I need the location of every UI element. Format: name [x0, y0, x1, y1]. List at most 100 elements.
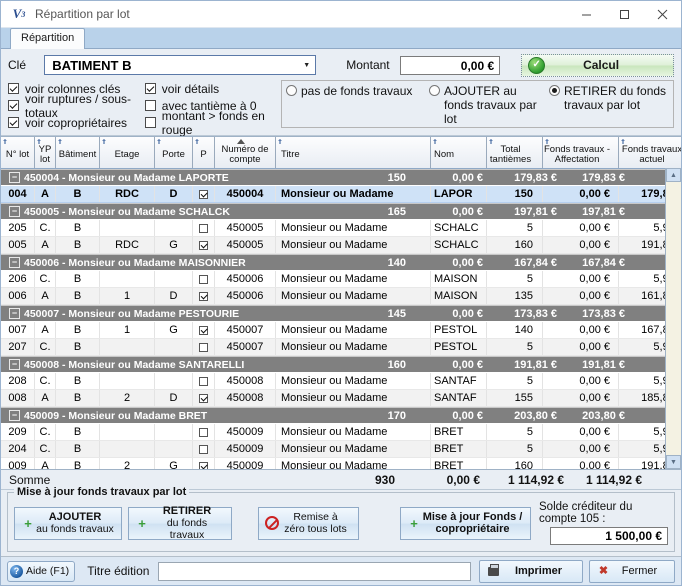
column-header-yp-lot[interactable]: YP lot: [35, 137, 56, 168]
collapse-icon[interactable]: −: [9, 206, 20, 217]
collapse-icon[interactable]: −: [9, 257, 20, 268]
table-row[interactable]: 005 A B RDC G 450005 Monsieur ou Madame …: [1, 237, 681, 254]
row-checkbox-icon[interactable]: [199, 325, 208, 335]
aide-label: Aide (F1): [26, 565, 70, 577]
scroll-track[interactable]: [666, 182, 681, 455]
scroll-up-icon[interactable]: ▲: [666, 168, 681, 182]
cell-batiment: B: [56, 220, 100, 236]
row-checkbox-icon[interactable]: [199, 444, 208, 454]
cell-batiment: B: [56, 322, 100, 338]
collapse-icon[interactable]: −: [9, 410, 20, 421]
checkbox-montant-fonds-rouge[interactable]: montant > fonds en rouge: [144, 109, 273, 137]
mise-a-jour-fonds-coproprietaire-button[interactable]: + Mise à jour Fonds / copropriétaire: [400, 506, 531, 540]
row-checkbox-icon[interactable]: [199, 240, 208, 250]
cell-titre: Monsieur ou Madame: [276, 322, 431, 338]
cell-yp: C.: [35, 271, 56, 287]
table-row[interactable]: 004 A B RDC D 450004 Monsieur ou Madame …: [1, 186, 681, 203]
row-checkbox-icon[interactable]: [199, 461, 208, 469]
row-checkbox-icon[interactable]: [199, 393, 208, 403]
fermer-button[interactable]: ✖ Fermer: [589, 559, 675, 583]
retirer-du-fonds-travaux-button[interactable]: + RETIRER du fonds travaux: [128, 505, 232, 541]
imprimer-button[interactable]: Imprimer: [479, 559, 583, 583]
cell-etage: [100, 220, 155, 236]
table-row[interactable]: 208 C. B 450008 Monsieur ou Madame SANTA…: [1, 373, 681, 390]
cell-total: 5: [487, 373, 543, 389]
radio-pas-de-fonds-travaux[interactable]: pas de fonds travaux: [286, 84, 429, 98]
checkbox-voir-details[interactable]: voir détails: [144, 80, 273, 97]
column-header-batiment[interactable]: Bâtiment: [56, 137, 100, 168]
cell-yp: A: [35, 390, 56, 406]
checkbox-voir-coproprietaires[interactable]: voir copropriétaires: [8, 114, 145, 131]
row-checkbox-icon[interactable]: [199, 342, 208, 352]
row-checkbox-icon[interactable]: [199, 223, 208, 233]
collapse-icon[interactable]: −: [9, 172, 20, 183]
imprimer-label: Imprimer: [514, 565, 563, 577]
collapse-icon[interactable]: −: [9, 308, 20, 319]
cell-titre: Monsieur ou Madame: [276, 288, 431, 304]
remise-a-zero-button[interactable]: Remise à zéro tous lots: [258, 506, 359, 540]
cell-yp: A: [35, 322, 56, 338]
cell-etage: [100, 424, 155, 440]
tab-repartition[interactable]: Répartition: [10, 28, 86, 49]
ajouter-au-fonds-travaux-button[interactable]: + AJOUTER au fonds travaux: [14, 506, 122, 540]
column-header-fonds-travaux-affectation[interactable]: Fonds travaux - Affectation: [543, 137, 619, 168]
column-header-p[interactable]: P: [193, 137, 215, 168]
titre-edition-label: Titre édition: [87, 564, 150, 578]
table-row[interactable]: 007 A B 1 G 450007 Monsieur ou Madame PE…: [1, 322, 681, 339]
actions-panel: Mise à jour fonds travaux par lot + AJOU…: [1, 486, 681, 556]
row-checkbox-icon[interactable]: [199, 376, 208, 386]
table-row[interactable]: 206 C. B 450006 Monsieur ou Madame MAISO…: [1, 271, 681, 288]
column-header-n-lot[interactable]: N° lot: [1, 137, 35, 168]
group-header-row[interactable]: − 450007 - Monsieur ou Madame PESTOURIE …: [1, 305, 681, 322]
minimize-button[interactable]: [567, 1, 605, 27]
group-nouveau: 197,81 €: [582, 205, 625, 218]
group-header-row[interactable]: − 450004 - Monsieur ou Madame LAPORTE 15…: [1, 169, 681, 186]
radio-retirer-du-fonds[interactable]: RETIRER du fonds travaux par lot: [549, 84, 669, 112]
checkbox-voir-ruptures[interactable]: voir ruptures / sous-totaux: [8, 92, 145, 120]
column-header-titre[interactable]: Titre: [276, 137, 431, 168]
table-row[interactable]: 205 C. B 450005 Monsieur ou Madame SCHAL…: [1, 220, 681, 237]
cle-combobox[interactable]: BATIMENT B ▼: [44, 55, 317, 75]
cell-porte: [155, 441, 193, 457]
cell-p: [193, 271, 215, 287]
titre-edition-input[interactable]: [158, 561, 471, 581]
cell-numero: 450009: [215, 458, 276, 469]
column-header-fonds-travaux-actuel[interactable]: Fonds travaux actuel: [619, 137, 681, 168]
column-header-porte[interactable]: Porte: [155, 137, 193, 168]
table-row[interactable]: 209 C. B 450009 Monsieur ou Madame BRET …: [1, 424, 681, 441]
table-row[interactable]: 006 A B 1 D 450006 Monsieur ou Madame MA…: [1, 288, 681, 305]
group-header-row[interactable]: − 450005 - Monsieur ou Madame SCHALCK 16…: [1, 203, 681, 220]
table-row[interactable]: 207 C. B 450007 Monsieur ou Madame PESTO…: [1, 339, 681, 356]
row-checkbox-icon[interactable]: [199, 274, 208, 284]
close-button[interactable]: [643, 1, 681, 27]
montant-input[interactable]: 0,00 €: [399, 55, 501, 75]
cell-numero: 450009: [215, 424, 276, 440]
group-header-row[interactable]: − 450006 - Monsieur ou Madame MAISONNIER…: [1, 254, 681, 271]
aide-button[interactable]: ? Aide (F1): [7, 560, 76, 582]
cell-porte: [155, 220, 193, 236]
cell-p: [193, 373, 215, 389]
table-row[interactable]: 008 A B 2 D 450008 Monsieur ou Madame SA…: [1, 390, 681, 407]
radio-ajouter-au-fonds[interactable]: AJOUTER au fonds travaux par lot: [429, 84, 549, 126]
maximize-button[interactable]: [605, 1, 643, 27]
calcul-button[interactable]: ✓ Calcul: [521, 53, 674, 77]
group-header-row[interactable]: − 450009 - Monsieur ou Madame BRET 170 0…: [1, 407, 681, 424]
group-header-row[interactable]: − 450008 - Monsieur ou Madame SANTARELLI…: [1, 356, 681, 373]
cell-porte: D: [155, 186, 193, 202]
row-checkbox-icon[interactable]: [199, 291, 208, 301]
collapse-icon[interactable]: −: [9, 359, 20, 370]
solde-label: Solde créditeur du compte 105 :: [539, 501, 633, 525]
column-header-etage[interactable]: Etage: [100, 137, 155, 168]
row-checkbox-icon[interactable]: [199, 189, 208, 199]
column-header-total-tantiemes[interactable]: Total tantièmes: [487, 137, 543, 168]
column-header-nom[interactable]: Nom: [431, 137, 487, 168]
table-row[interactable]: 204 C. B 450009 Monsieur ou Madame BRET …: [1, 441, 681, 458]
checkbox-label: voir détails: [161, 81, 220, 96]
tab-strip: Répartition: [1, 28, 681, 49]
group-title: 450005 - Monsieur ou Madame SCHALCK: [24, 205, 230, 218]
grid-vertical-scrollbar[interactable]: ▲ ▼: [665, 168, 681, 469]
scroll-down-icon[interactable]: ▼: [666, 455, 681, 469]
table-row[interactable]: 009 A B 2 G 450009 Monsieur ou Madame BR…: [1, 458, 681, 469]
column-header-numero-de-compte[interactable]: Numéro de compte: [215, 137, 276, 168]
row-checkbox-icon[interactable]: [199, 427, 208, 437]
